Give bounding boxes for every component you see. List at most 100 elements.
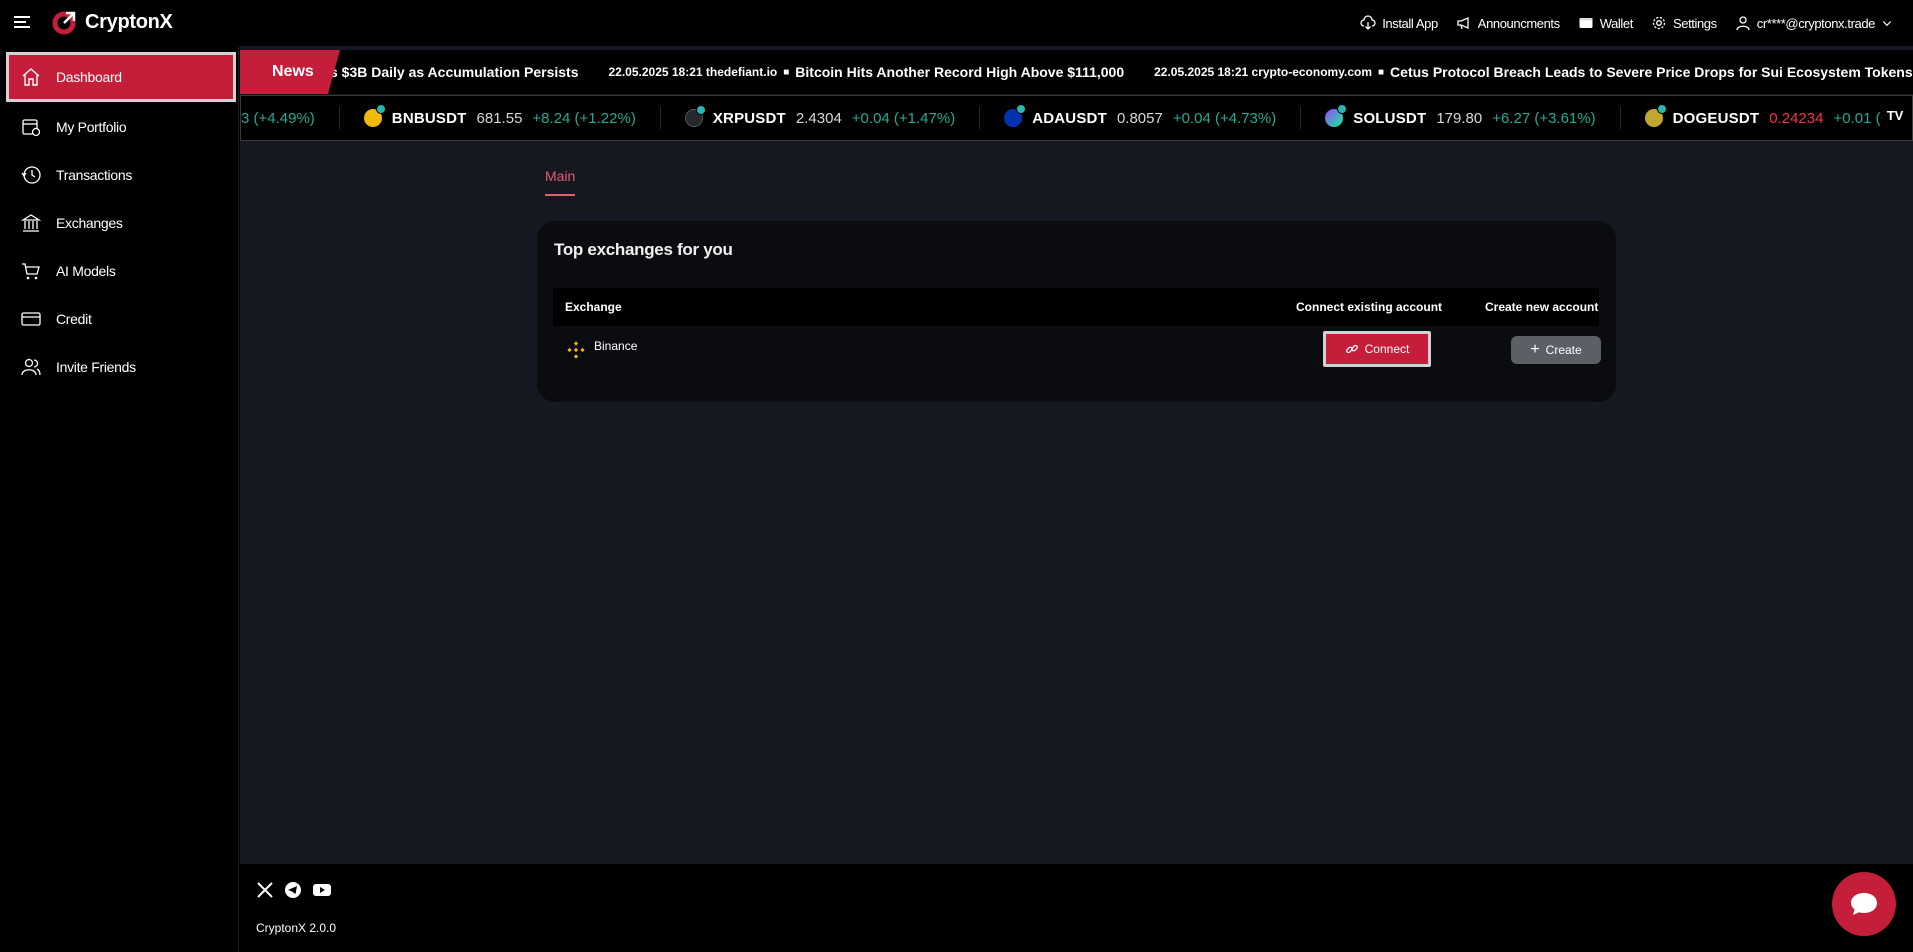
sidebar-item-label: Dashboard bbox=[56, 69, 122, 85]
sidebar-item-label: Invite Friends bbox=[56, 359, 136, 375]
ticker-item[interactable]: DOGEUSDT 0.24234 +0.01 (+3. bbox=[1621, 104, 1912, 129]
bnb-coin-icon bbox=[363, 104, 386, 127]
ada-coin-icon bbox=[1004, 104, 1027, 127]
news-label: News bbox=[240, 50, 340, 94]
footer: CryptonX 2.0.0 bbox=[240, 864, 1913, 952]
sidebar-item-label: Exchanges bbox=[56, 215, 123, 231]
home-icon bbox=[22, 68, 40, 86]
card-icon bbox=[21, 312, 41, 326]
news-item[interactable]: 22.05.2025 18:21 crypto-economy.com ■ Ce… bbox=[1154, 64, 1913, 80]
ticker-symbol: ADAUSDT bbox=[1032, 109, 1107, 127]
sidebar-item-transactions[interactable]: Transactions bbox=[6, 150, 236, 200]
user-email: cr****@cryptonx.trade bbox=[1756, 15, 1876, 31]
plus-icon: + bbox=[1530, 341, 1540, 358]
sidebar-item-dashboard[interactable]: Dashboard bbox=[6, 52, 236, 102]
sidebar-item-credit[interactable]: Credit bbox=[6, 294, 236, 344]
create-button[interactable]: + Create bbox=[1511, 336, 1601, 364]
card-title: Top exchanges for you bbox=[554, 240, 733, 259]
history-icon bbox=[21, 166, 41, 184]
create-button-label: Create bbox=[1545, 343, 1582, 357]
megaphone-icon bbox=[1457, 17, 1469, 30]
wallet-link[interactable]: Wallet bbox=[1578, 15, 1633, 31]
sidebar-item-label: Credit bbox=[56, 311, 92, 327]
ticker-item[interactable]: 3 (+4.49%) bbox=[241, 107, 340, 129]
ticker-price: 681.55 bbox=[476, 109, 523, 127]
social-links bbox=[256, 881, 332, 899]
menu-icon[interactable] bbox=[14, 16, 30, 28]
news-bar: News s $3B Daily as Accumulation Persist… bbox=[240, 50, 1913, 94]
ticker-item[interactable]: BNBUSDT 681.55 +8.24 (+1.22%) bbox=[340, 104, 661, 129]
top-bar: CryptonX Install App Announcments Wallet… bbox=[0, 0, 1913, 46]
main-content bbox=[240, 46, 1913, 864]
doge-coin-icon bbox=[1644, 104, 1667, 127]
sidebar-item-label: Transactions bbox=[56, 167, 133, 183]
user-icon bbox=[1736, 16, 1750, 31]
ticker-price: 0.8057 bbox=[1116, 109, 1163, 127]
ticker-item[interactable]: XRPUSDT 2.4304 +0.04 (+1.47%) bbox=[661, 105, 981, 129]
tradingview-logo-icon[interactable]: TV bbox=[1882, 108, 1908, 128]
sidebar: Dashboard My Portfolio Transactions Exch… bbox=[0, 46, 239, 952]
bullet-icon: ■ bbox=[1378, 66, 1385, 78]
table-row: Binance Connect + Create bbox=[553, 329, 1601, 369]
users-icon bbox=[21, 358, 41, 376]
ticker-symbol: DOGEUSDT bbox=[1672, 109, 1760, 127]
install-app-link[interactable]: Install App bbox=[1360, 15, 1438, 31]
wallet-label: Wallet bbox=[1599, 15, 1634, 31]
settings-link[interactable]: Settings bbox=[1651, 15, 1717, 31]
tab-main[interactable]: Main bbox=[545, 168, 575, 184]
sol-coin-icon bbox=[1325, 104, 1348, 127]
cryptonx-logo-icon bbox=[52, 11, 76, 35]
column-header-connect: Connect existing account bbox=[1296, 300, 1443, 314]
news-headline: s $3B Daily as Accumulation Persists bbox=[330, 64, 579, 80]
xrp-coin-icon bbox=[684, 105, 706, 127]
chat-bubble-icon bbox=[1851, 893, 1877, 915]
binance-logo-icon bbox=[567, 341, 585, 359]
ticker-item[interactable]: SOLUSDT 179.80 +6.27 (+3.61%) bbox=[1301, 104, 1621, 129]
ticker-change: +0.04 (+1.47%) bbox=[851, 109, 956, 127]
news-track: s $3B Daily as Accumulation Persists 22.… bbox=[330, 50, 1913, 94]
news-meta: 22.05.2025 18:21 crypto-economy.com bbox=[1154, 65, 1372, 79]
chevron-down-icon bbox=[1882, 21, 1892, 27]
install-app-label: Install App bbox=[1382, 15, 1438, 31]
app-version: CryptonX 2.0.0 bbox=[256, 921, 337, 935]
announcements-label: Announcments bbox=[1477, 15, 1560, 31]
ticker-item[interactable]: ADAUSDT 0.8057 +0.04 (+4.73%) bbox=[980, 104, 1302, 129]
ticker-price: 2.4304 bbox=[795, 109, 842, 127]
news-headline: Cetus Protocol Breach Leads to Severe Pr… bbox=[1390, 64, 1913, 80]
sidebar-item-exchanges[interactable]: Exchanges bbox=[6, 198, 236, 248]
sidebar-item-ai-models[interactable]: AI Models bbox=[6, 246, 236, 296]
news-item[interactable]: s $3B Daily as Accumulation Persists bbox=[330, 64, 578, 80]
app-name: CryptonX bbox=[85, 10, 173, 33]
chat-button[interactable] bbox=[1832, 872, 1896, 936]
connect-button-label: Connect bbox=[1364, 342, 1410, 356]
ticker-change: +8.24 (+1.22%) bbox=[532, 109, 636, 127]
news-item[interactable]: 22.05.2025 18:21 thedefiant.io ■ Bitcoin… bbox=[608, 64, 1124, 80]
connect-button[interactable]: Connect bbox=[1323, 331, 1431, 367]
top-nav: Install App Announcments Wallet Settings… bbox=[1360, 0, 1893, 46]
user-menu[interactable]: cr****@cryptonx.trade bbox=[1735, 15, 1893, 31]
ticker-change: 3 (+4.49%) bbox=[241, 109, 315, 127]
telegram-icon[interactable] bbox=[284, 881, 302, 899]
sidebar-item-invite-friends[interactable]: Invite Friends bbox=[6, 342, 236, 392]
column-header-exchange: Exchange bbox=[565, 300, 622, 314]
news-headline: Bitcoin Hits Another Record High Above $… bbox=[795, 64, 1125, 80]
announcements-link[interactable]: Announcments bbox=[1456, 15, 1560, 31]
bullet-icon: ■ bbox=[783, 66, 790, 78]
cloud-download-icon bbox=[1360, 15, 1376, 30]
gear-icon bbox=[1652, 16, 1666, 30]
news-meta: 22.05.2025 18:21 thedefiant.io bbox=[608, 65, 778, 79]
x-twitter-icon[interactable] bbox=[256, 881, 274, 899]
wallet-icon bbox=[1579, 18, 1593, 28]
bank-icon bbox=[20, 214, 42, 232]
youtube-icon[interactable] bbox=[312, 881, 332, 899]
ticker-symbol: XRPUSDT bbox=[712, 109, 786, 127]
ticker-change: +0.04 (+4.73%) bbox=[1172, 109, 1277, 127]
table-header: Exchange Connect existing account Create… bbox=[553, 288, 1599, 326]
tab-active-indicator bbox=[545, 194, 575, 196]
settings-label: Settings bbox=[1672, 15, 1717, 31]
ticker-symbol: BNBUSDT bbox=[391, 109, 467, 127]
app-logo[interactable]: CryptonX bbox=[51, 9, 173, 35]
ticker-symbol: SOLUSDT bbox=[1353, 109, 1427, 127]
sidebar-item-label: AI Models bbox=[56, 263, 116, 279]
sidebar-item-my-portfolio[interactable]: My Portfolio bbox=[6, 102, 236, 152]
